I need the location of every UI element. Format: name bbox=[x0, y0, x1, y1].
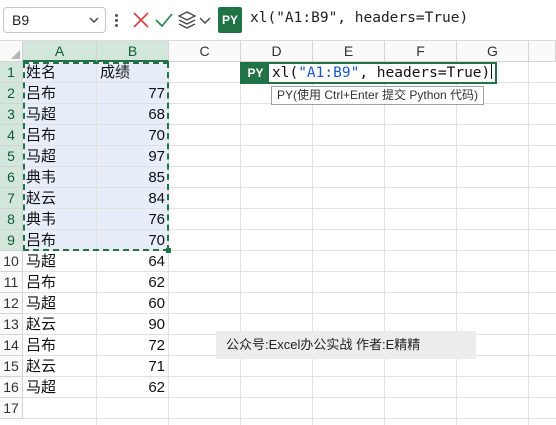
watermark-text: 公众号:Excel办公实战 作者:E精精 bbox=[216, 331, 476, 359]
name-box[interactable]: B9 bbox=[3, 7, 106, 33]
chevron-down-icon[interactable] bbox=[198, 9, 212, 31]
cell-a10[interactable]: 马超 bbox=[23, 251, 97, 272]
select-all-corner[interactable] bbox=[0, 41, 23, 62]
enter-icon[interactable] bbox=[153, 9, 175, 31]
gridline bbox=[456, 62, 457, 425]
row-header-8[interactable]: 8 bbox=[0, 209, 23, 230]
python-badge: PY bbox=[218, 7, 242, 33]
row-header-15[interactable]: 15 bbox=[0, 356, 23, 377]
cell-b16[interactable]: 62 bbox=[97, 377, 169, 398]
cell-a15[interactable]: 赵云 bbox=[23, 356, 97, 377]
editor-text[interactable]: xl("A1:B9", headers=True) bbox=[272, 64, 493, 82]
gridline bbox=[312, 62, 313, 425]
cell-b15[interactable]: 71 bbox=[97, 356, 169, 377]
row-header-13[interactable]: 13 bbox=[0, 314, 23, 335]
column-header-g[interactable]: G bbox=[457, 41, 529, 62]
chevron-down-icon[interactable] bbox=[87, 13, 101, 27]
row-header-7[interactable]: 7 bbox=[0, 188, 23, 209]
cancel-icon[interactable] bbox=[130, 9, 152, 31]
column-header-partial[interactable] bbox=[529, 41, 556, 62]
cell-a14[interactable]: 吕布 bbox=[23, 335, 97, 356]
row-header-6[interactable]: 6 bbox=[0, 167, 23, 188]
row-header-16[interactable]: 16 bbox=[0, 377, 23, 398]
cell-b17[interactable] bbox=[97, 398, 169, 419]
fill-handle[interactable] bbox=[166, 248, 171, 253]
cell-a12[interactable]: 马超 bbox=[23, 293, 97, 314]
row-header-9[interactable]: 9 bbox=[0, 230, 23, 251]
cell-b13[interactable]: 90 bbox=[97, 314, 169, 335]
column-header-b[interactable]: B bbox=[97, 41, 169, 62]
cell-b12[interactable]: 60 bbox=[97, 293, 169, 314]
row-header-17[interactable]: 17 bbox=[0, 398, 23, 419]
column-header-c[interactable]: C bbox=[169, 41, 241, 62]
column-header-d[interactable]: D bbox=[241, 41, 313, 62]
editor-tooltip: PY(使用 Ctrl+Enter 提交 Python 代码) bbox=[271, 86, 485, 105]
row-header-10[interactable]: 10 bbox=[0, 251, 23, 272]
row-header-5[interactable]: 5 bbox=[0, 146, 23, 167]
cell-editor[interactable]: PY xl("A1:B9", headers=True) bbox=[240, 62, 497, 84]
cell-a17[interactable] bbox=[23, 398, 97, 419]
row-header-11[interactable]: 11 bbox=[0, 272, 23, 293]
gridline bbox=[528, 62, 529, 425]
formula-input[interactable]: xl("A1:B9", headers=True) bbox=[250, 10, 468, 26]
python-object-icon[interactable] bbox=[176, 9, 198, 31]
cell-a11[interactable]: 吕布 bbox=[23, 272, 97, 293]
cell-b14[interactable]: 72 bbox=[97, 335, 169, 356]
row-header-12[interactable]: 12 bbox=[0, 293, 23, 314]
row-header-3[interactable]: 3 bbox=[0, 104, 23, 125]
name-box-value: B9 bbox=[12, 12, 30, 28]
cell-b11[interactable]: 62 bbox=[97, 272, 169, 293]
row-header-2[interactable]: 2 bbox=[0, 83, 23, 104]
row-header-14[interactable]: 14 bbox=[0, 335, 23, 356]
gridline bbox=[384, 62, 385, 425]
cell-b10[interactable]: 64 bbox=[97, 251, 169, 272]
python-badge: PY bbox=[242, 64, 269, 82]
text-cursor bbox=[491, 64, 493, 79]
editor-text-suffix: , headers=True) bbox=[359, 65, 491, 81]
column-header-a[interactable]: A bbox=[23, 41, 97, 62]
selection-marquee bbox=[23, 62, 169, 251]
formula-bar: B9 PY xl("A1:B9", headers=True) bbox=[0, 0, 556, 40]
editor-text-string: "A1:B9" bbox=[298, 65, 360, 81]
column-header-f[interactable]: F bbox=[385, 41, 457, 62]
column-header-e[interactable]: E bbox=[313, 41, 385, 62]
gridline bbox=[240, 62, 241, 425]
cell-a16[interactable]: 马超 bbox=[23, 377, 97, 398]
row-header-4[interactable]: 4 bbox=[0, 125, 23, 146]
row-header-1[interactable]: 1 bbox=[0, 62, 23, 83]
more-icon[interactable] bbox=[110, 9, 122, 31]
cell-a13[interactable]: 赵云 bbox=[23, 314, 97, 335]
editor-text-prefix: xl( bbox=[272, 65, 299, 81]
